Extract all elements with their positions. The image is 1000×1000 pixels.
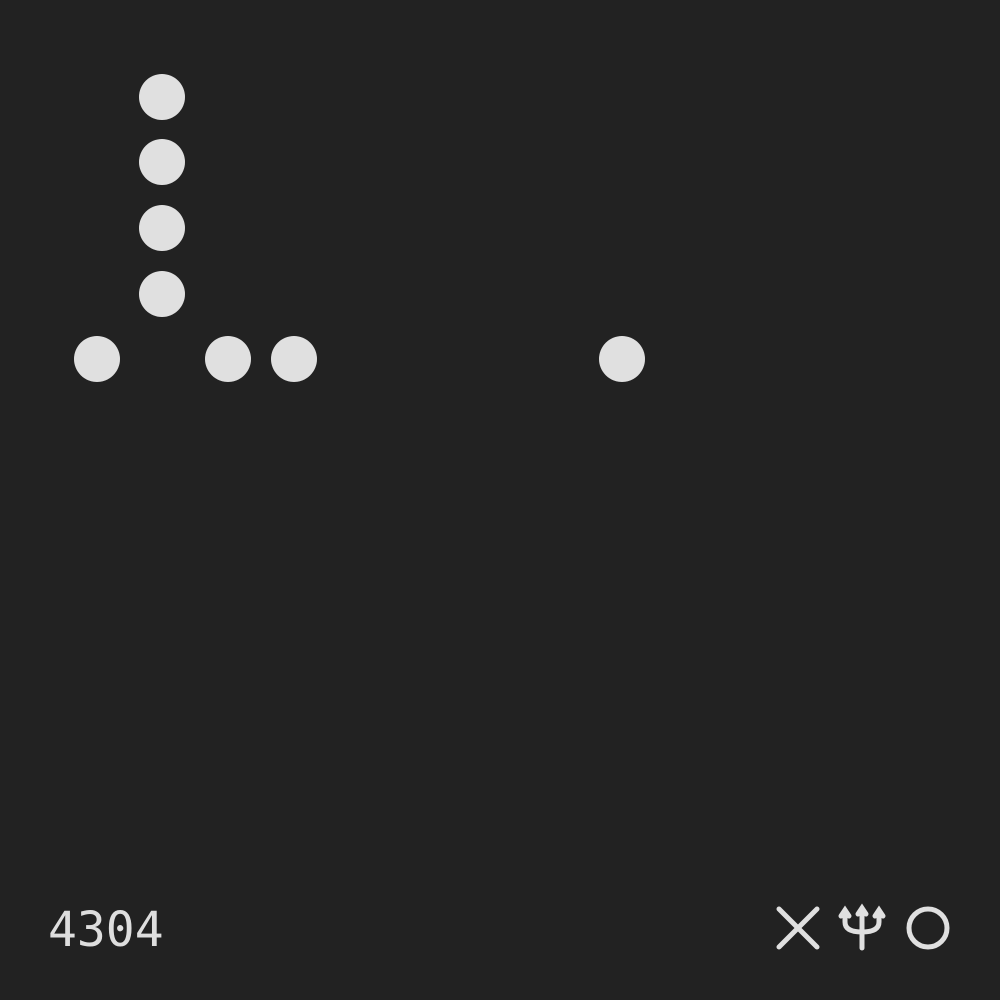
grid-dot	[73, 336, 120, 383]
grid-dot	[204, 336, 251, 383]
grid-dot	[139, 270, 186, 317]
grid-dot	[139, 204, 186, 251]
ring-icon	[906, 906, 950, 950]
cross-icon	[776, 906, 820, 950]
trident-icon	[838, 903, 886, 951]
grid-dot	[599, 336, 646, 383]
dot-pattern	[0, 0, 1000, 1000]
code-number: 4304	[48, 902, 164, 958]
grid-dot	[270, 336, 317, 383]
grid-dot	[139, 73, 186, 120]
symbol-group	[776, 903, 950, 951]
grid-dot	[139, 139, 186, 186]
